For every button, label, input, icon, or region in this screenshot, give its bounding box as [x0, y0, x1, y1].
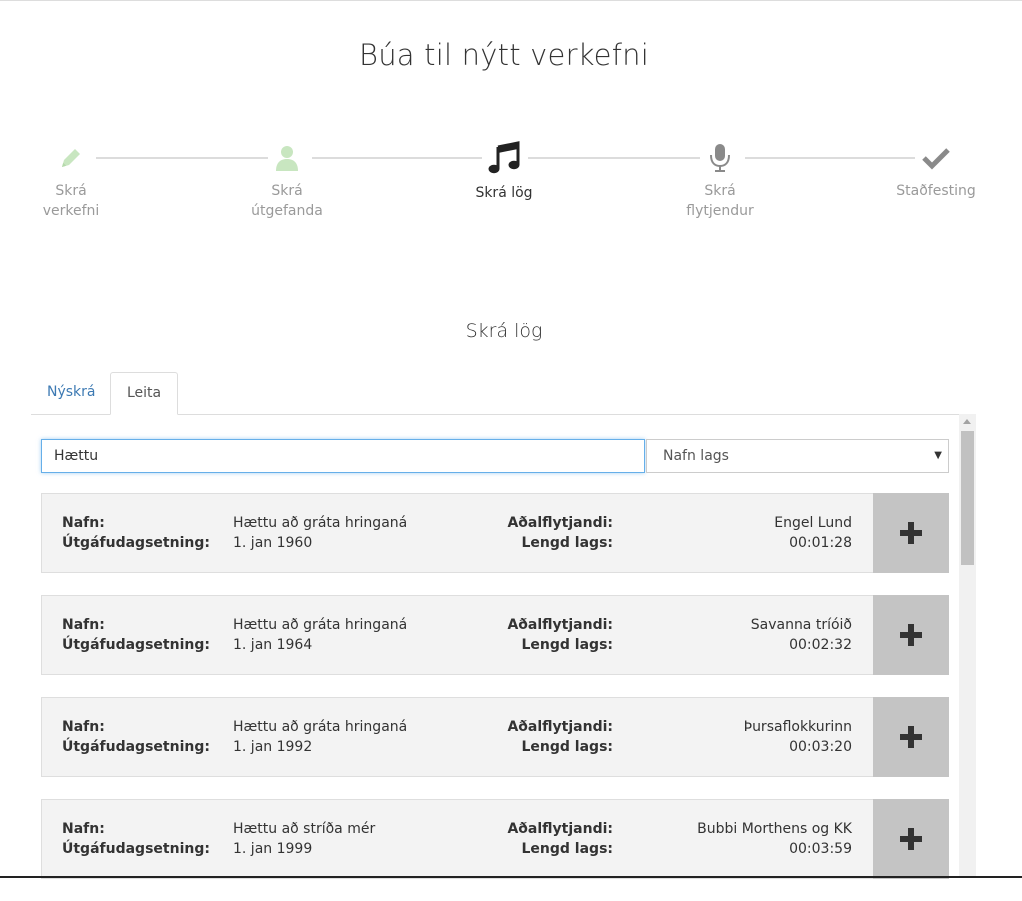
- name-label: Nafn:: [62, 617, 105, 633]
- plus-icon: [900, 828, 922, 850]
- checkmark-icon: [876, 140, 996, 176]
- step-register-publisher[interactable]: Skrá útgefanda: [227, 140, 347, 221]
- tab-search[interactable]: Leita: [110, 372, 179, 415]
- search-input[interactable]: [41, 439, 645, 473]
- song-length: 00:03:59: [789, 841, 852, 857]
- music-note-icon: [444, 140, 564, 176]
- step-label: Skrá: [55, 183, 87, 199]
- plus-icon: [900, 726, 922, 748]
- add-song-button[interactable]: [873, 697, 949, 777]
- step-label: verkefni: [42, 203, 100, 219]
- release-date-label: Útgáfudagsetning:: [62, 841, 210, 857]
- release-date-label: Útgáfudagsetning:: [62, 535, 210, 551]
- wizard-stepper: Skrá verkefni Skrá útgefanda Skrá lög Sk…: [0, 140, 1022, 240]
- step-label: Skrá lög: [475, 185, 533, 201]
- step-label: Staðfesting: [896, 183, 976, 199]
- caret-down-icon: ▼: [934, 450, 942, 461]
- song-length-label: Lengd lags:: [521, 841, 614, 857]
- page-title: Búa til nýtt verkefni: [359, 38, 649, 72]
- step-label: Skrá: [704, 183, 736, 199]
- step-register-songs[interactable]: Skrá lög: [444, 140, 564, 203]
- step-label: flytjendur: [686, 203, 754, 219]
- song-length: 00:02:32: [789, 637, 852, 653]
- result-card: Nafn: Útgáfudagsetning: Hættu að gráta h…: [41, 493, 949, 573]
- main-artist: Bubbi Morthens og KK: [697, 821, 852, 837]
- result-card: Nafn: Útgáfudagsetning: Hættu að gráta h…: [41, 595, 949, 675]
- result-card: Nafn: Útgáfudagsetning: Hættu að gráta h…: [41, 697, 949, 777]
- add-song-button[interactable]: [873, 493, 949, 573]
- plus-icon: [900, 522, 922, 544]
- plus-icon: [900, 624, 922, 646]
- main-artist-label: Aðalflytjandi:: [507, 821, 613, 837]
- release-date: 1. jan 1999: [233, 841, 313, 857]
- top-border: [0, 0, 1022, 1]
- release-date-label: Útgáfudagsetning:: [62, 739, 210, 755]
- name-label: Nafn:: [62, 821, 105, 837]
- microphone-icon: [660, 140, 780, 176]
- search-field-selected: Nafn lags: [663, 448, 729, 464]
- song-length-label: Lengd lags:: [521, 637, 614, 653]
- main-artist: Savanna tríóið: [750, 617, 852, 633]
- tab-bar: Nýskrá Leita: [31, 372, 975, 415]
- name-label: Nafn:: [62, 719, 105, 735]
- release-date: 1. jan 1992: [233, 739, 313, 755]
- pencil-icon: [11, 140, 131, 176]
- main-artist-label: Aðalflytjandi:: [507, 719, 613, 735]
- step-register-performers[interactable]: Skrá flytjendur: [660, 140, 780, 221]
- user-icon: [227, 140, 347, 176]
- song-name: Hættu að gráta hringaná: [233, 515, 408, 531]
- song-name: Hættu að gráta hringaná: [233, 617, 408, 633]
- release-date: 1. jan 1964: [233, 637, 313, 653]
- step-label: útgefanda: [251, 203, 323, 219]
- song-length-label: Lengd lags:: [521, 535, 614, 551]
- step-label: Skrá: [271, 183, 303, 199]
- name-label: Nafn:: [62, 515, 105, 531]
- main-artist: Engel Lund: [774, 515, 852, 531]
- song-name: Hættu að gráta hringaná: [233, 719, 408, 735]
- scrollbar-thumb[interactable]: [961, 431, 974, 565]
- main-artist: Þursaflokkurinn: [743, 719, 852, 735]
- section-title: Skrá lög: [465, 320, 543, 342]
- tab-new-entry[interactable]: Nýskrá: [31, 372, 112, 413]
- main-artist-label: Aðalflytjandi:: [507, 617, 613, 633]
- song-length: 00:03:20: [789, 739, 852, 755]
- scrollbar[interactable]: [959, 414, 976, 878]
- scroll-up-arrow-icon[interactable]: [963, 419, 971, 424]
- step-register-project[interactable]: Skrá verkefni: [11, 140, 131, 221]
- search-field-select[interactable]: Nafn lags ▼: [646, 439, 949, 473]
- add-song-button[interactable]: [873, 799, 949, 879]
- result-card: Nafn: Útgáfudagsetning: Hættu að stríða …: [41, 799, 949, 879]
- song-length-label: Lengd lags:: [521, 739, 614, 755]
- step-confirmation[interactable]: Staðfesting: [876, 140, 996, 201]
- release-date-label: Útgáfudagsetning:: [62, 637, 210, 653]
- song-name: Hættu að stríða mér: [233, 821, 376, 837]
- add-song-button[interactable]: [873, 595, 949, 675]
- main-artist-label: Aðalflytjandi:: [507, 515, 613, 531]
- song-length: 00:01:28: [789, 535, 852, 551]
- release-date: 1. jan 1960: [233, 535, 313, 551]
- results-list: Nafn: Útgáfudagsetning: Hættu að gráta h…: [41, 493, 949, 901]
